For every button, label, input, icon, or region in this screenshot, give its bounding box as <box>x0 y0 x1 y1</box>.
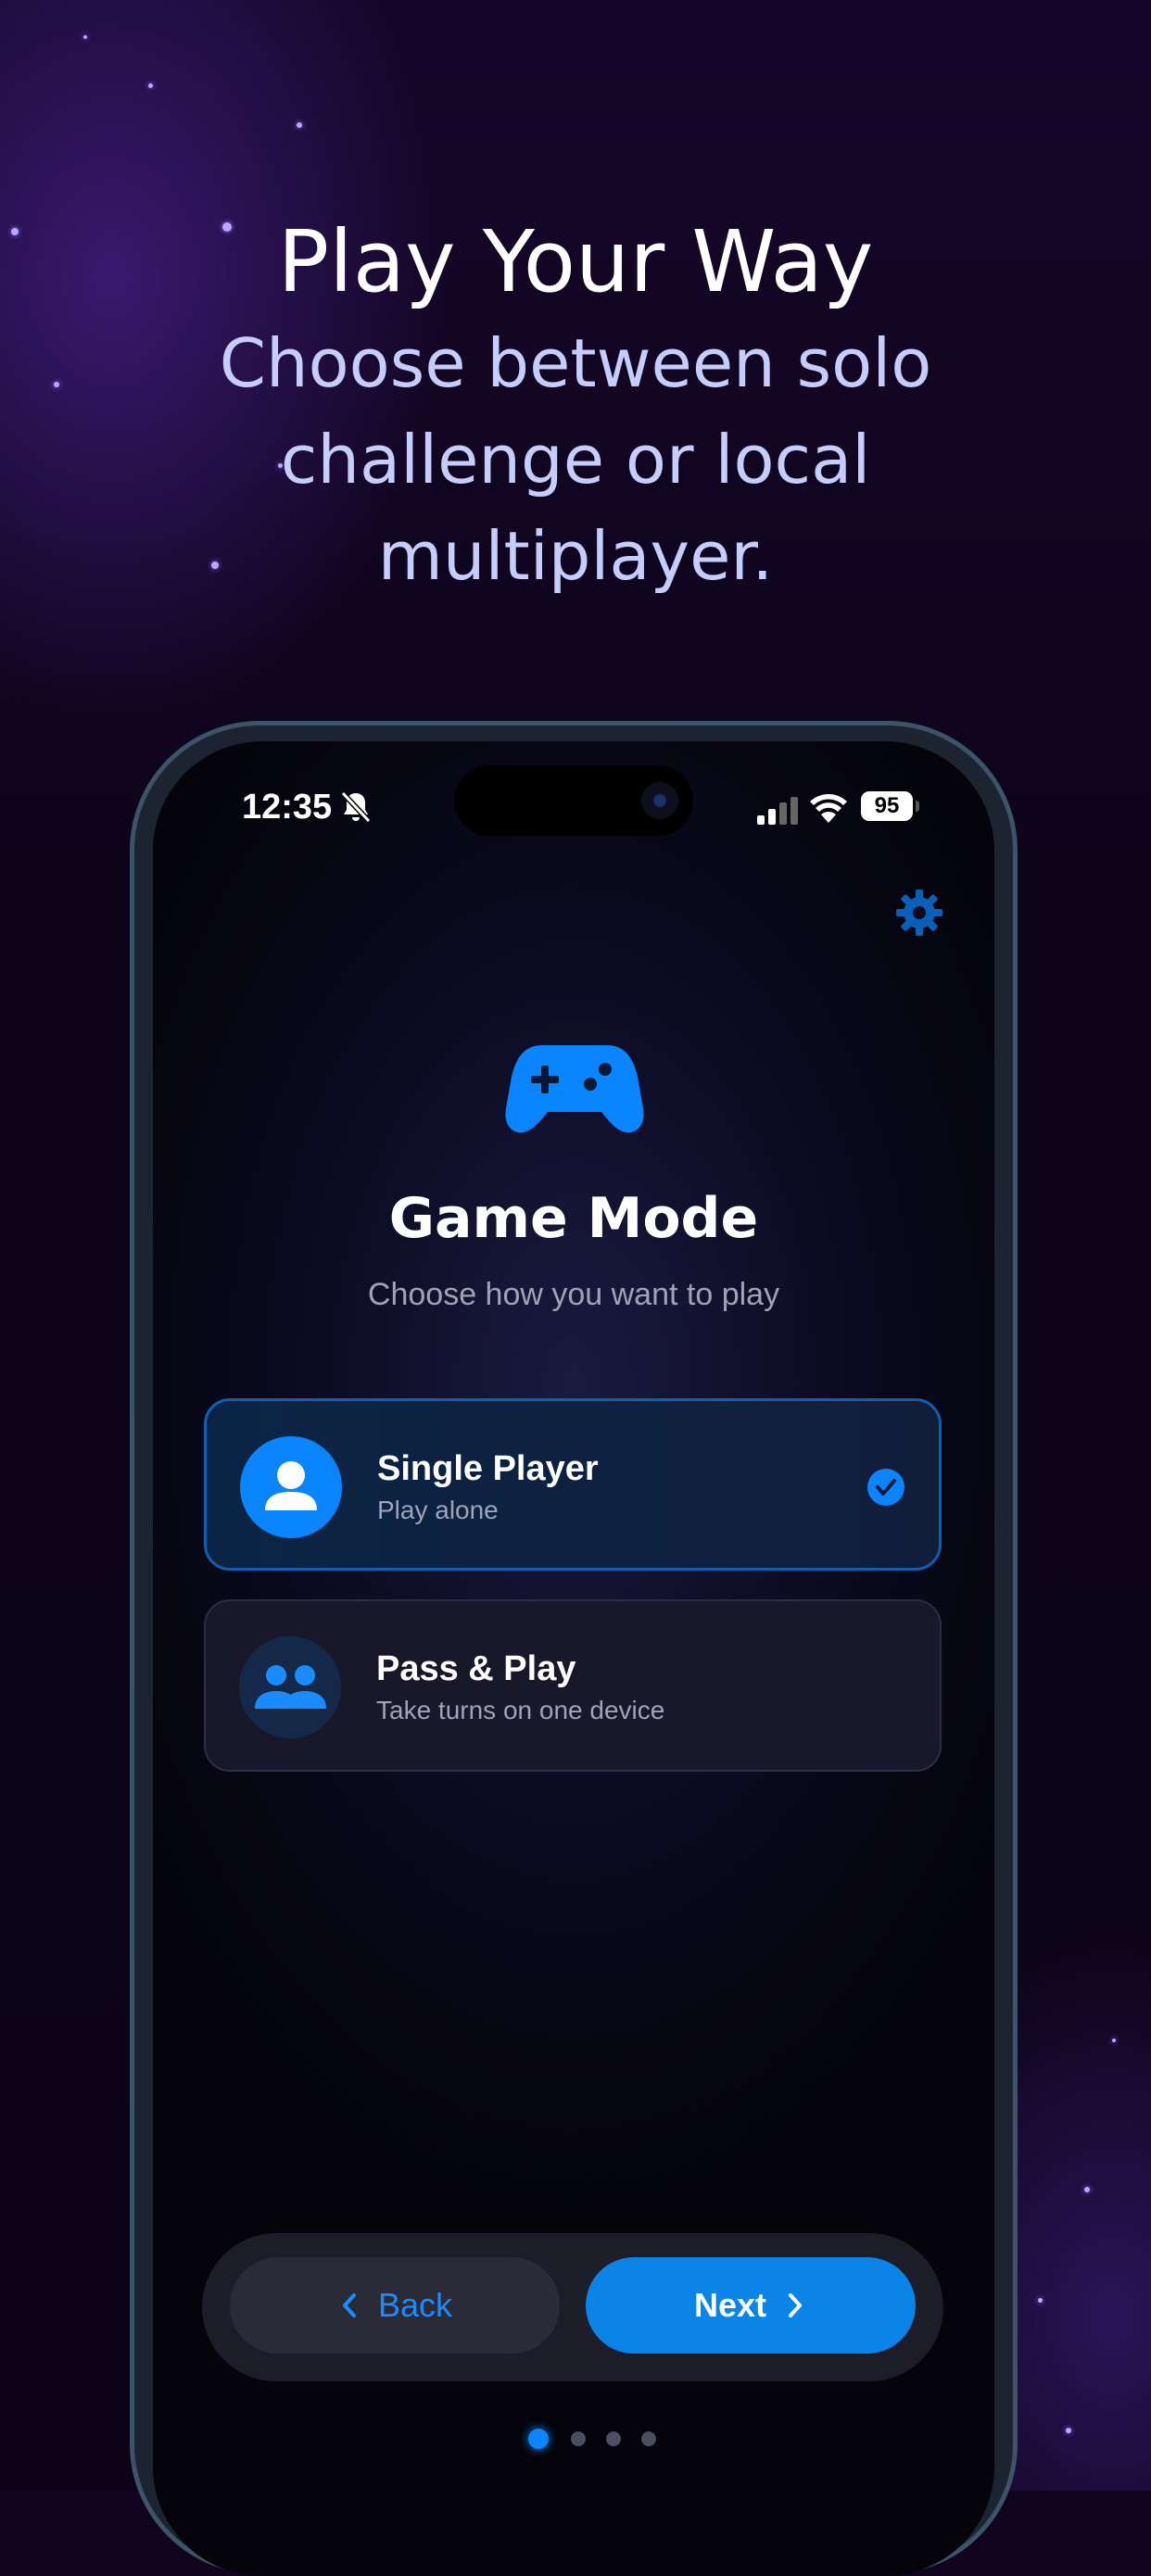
page-dot[interactable] <box>606 2431 621 2446</box>
dynamic-island <box>454 765 693 836</box>
gear-icon[interactable] <box>894 888 944 938</box>
gamepad-icon <box>505 1045 644 1133</box>
checkmark-circle-icon <box>867 1469 904 1506</box>
battery-nub <box>916 801 919 812</box>
next-button[interactable]: Next <box>586 2257 916 2354</box>
bell-slash-icon <box>340 790 372 824</box>
option-subtitle: Play alone <box>377 1496 499 1524</box>
people-icon <box>239 1636 341 1738</box>
back-button[interactable]: Back <box>230 2257 560 2354</box>
status-time: 12:35 <box>242 788 333 827</box>
wifi-icon <box>810 794 847 823</box>
navigation-bar: Back Next <box>202 2233 943 2381</box>
option-subtitle: Take turns on one device <box>376 1696 665 1724</box>
person-icon <box>240 1436 342 1538</box>
chevron-left-icon <box>342 2293 356 2317</box>
phone-screen: 12:35 95 Game Mode Choose how you want t… <box>153 741 994 2576</box>
battery-icon: 95 <box>861 791 913 821</box>
page-title: Game Mode <box>388 1186 759 1251</box>
cellular-signal-icon <box>757 797 798 825</box>
back-button-label: Back <box>377 2286 453 2324</box>
option-pass-and-play[interactable]: Pass & Play Take turns on one device <box>204 1599 942 1772</box>
page-subtitle: Choose how you want to play <box>367 1277 780 1312</box>
chevron-right-icon <box>789 2293 803 2317</box>
promo-headline: Play Your Way <box>277 212 874 311</box>
page-indicator <box>153 2425 994 2453</box>
option-title: Pass & Play <box>376 1649 576 1688</box>
page-dot[interactable] <box>641 2431 656 2446</box>
option-single-player[interactable]: Single Player Play alone <box>204 1398 942 1571</box>
page-dot-active[interactable] <box>528 2429 549 2449</box>
promo-subline: Choose between solo challenge or local m… <box>219 324 932 595</box>
camera-icon <box>641 782 678 819</box>
next-button-label: Next <box>693 2286 767 2324</box>
option-title: Single Player <box>377 1449 599 1488</box>
page-dot[interactable] <box>571 2431 586 2446</box>
